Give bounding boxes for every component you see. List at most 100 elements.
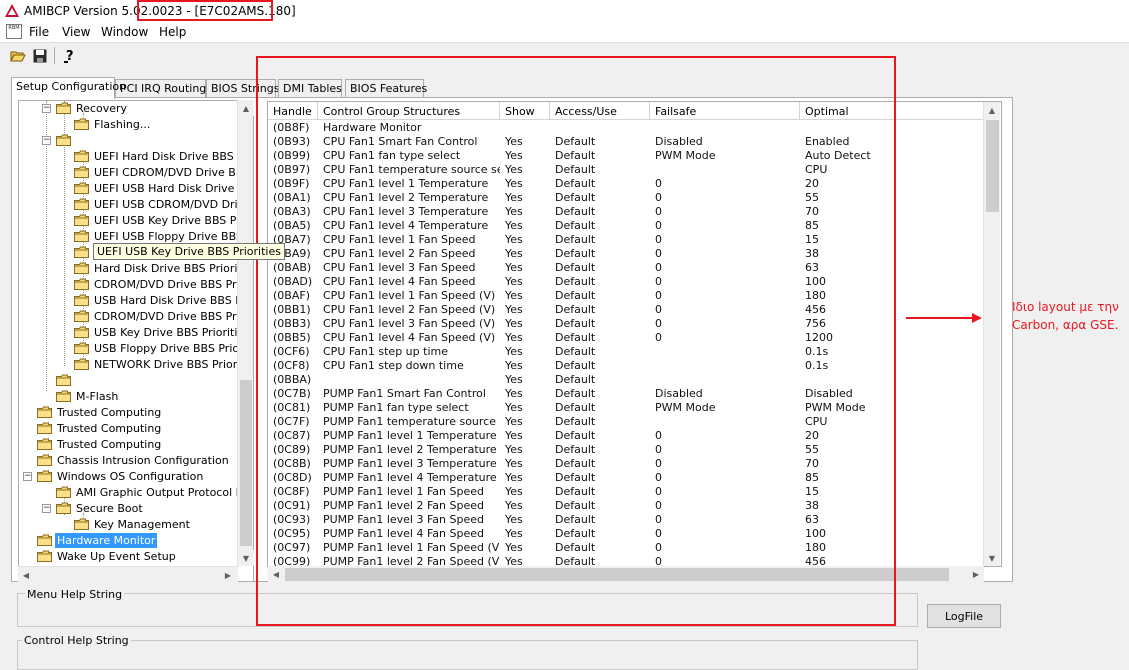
tree-item[interactable]: UEFI USB CDROM/DVD Driv: [74, 197, 246, 213]
tree-scroll-thumb[interactable]: [240, 380, 252, 546]
menu-view[interactable]: View: [62, 25, 90, 39]
tree-item[interactable]: CDROM/DVD Drive BBS Pric: [74, 309, 248, 325]
tree-item-label: Windows OS Configuration: [57, 470, 204, 483]
folder-icon: [74, 310, 89, 322]
annotation-line-1: Ιδιο layout με την: [1012, 300, 1119, 314]
folder-icon: [74, 262, 89, 274]
folder-icon: [37, 470, 52, 482]
grid-scroll-down-arrow[interactable]: ▼: [984, 550, 1000, 566]
tree-expander-icon[interactable]: −: [23, 472, 32, 481]
tree-item-label: UEFI USB Floppy Drive BBS: [94, 230, 243, 243]
folder-icon: [56, 102, 71, 114]
tree-item-label: USB Floppy Drive BBS Priorit: [94, 342, 252, 355]
grid-scroll-thumb[interactable]: [986, 120, 999, 212]
menu-file[interactable]: File: [29, 25, 49, 39]
tree-item-label: Trusted Computing: [57, 438, 162, 451]
tree-item[interactable]: Flashing...: [74, 117, 152, 133]
setup-tree[interactable]: Recovery Flashing... UEFI Hard Disk Drive …: [18, 100, 254, 582]
tree-item-label: Key Management: [94, 518, 190, 531]
grid-vertical-scrollbar[interactable]: ▲ ▼: [983, 102, 1000, 566]
tree-expander-icon[interactable]: −: [42, 504, 51, 513]
menu-help-label: Menu Help String: [25, 588, 125, 601]
annotation-arrow-icon: [906, 313, 982, 323]
tree-expander-icon[interactable]: −: [42, 104, 51, 113]
tree-item-label: UEFI USB CDROM/DVD Driv: [94, 198, 245, 211]
tree-item-label: CDROM/DVD Drive BBS Pric: [94, 310, 246, 323]
tree-item-label: NETWORK Drive BBS Prioriti: [94, 358, 248, 371]
folder-icon: [37, 454, 52, 466]
open-button[interactable]: [8, 46, 28, 65]
tree-guide-line: [64, 141, 65, 366]
tree-item[interactable]: Wake Up Event Setup: [37, 549, 178, 565]
folder-icon: [74, 150, 89, 162]
tree-vertical-scrollbar[interactable]: ▲ ▼: [237, 100, 254, 566]
folder-icon: [74, 198, 89, 210]
folder-icon: [74, 182, 89, 194]
save-icon: [33, 49, 47, 62]
grid-scroll-up-arrow[interactable]: ▲: [984, 102, 1000, 118]
tree-item[interactable]: Chassis Intrusion Configuration: [37, 453, 231, 469]
menu-help[interactable]: Help: [159, 25, 186, 39]
tree-expander-icon[interactable]: −: [42, 136, 51, 145]
tree-item[interactable]: Recovery: [56, 101, 129, 117]
tab-setup-configuration[interactable]: Setup Configuration: [11, 77, 126, 99]
tree-item[interactable]: Secure Boot: [56, 501, 145, 517]
tree-item[interactable]: UEFI CDROM/DVD Drive BB: [74, 165, 245, 181]
tree-item-label: UEFI Hard Disk Drive BBS Pr: [94, 150, 249, 163]
tree-item[interactable]: UEFI USB Hard Disk Drive B: [74, 181, 247, 197]
tree-item-label: Hardware Monitor: [55, 533, 158, 548]
tree-item[interactable]: UEFI USB Key Drive BBS Pri: [74, 213, 246, 229]
tree-scroll-right-arrow[interactable]: ▶: [220, 567, 236, 583]
tree-scroll-up-arrow[interactable]: ▲: [238, 100, 254, 116]
tree-item[interactable]: Hard Disk Drive BBS Priorities: [74, 261, 253, 277]
grid-scroll-right-arrow[interactable]: ▶: [968, 566, 984, 582]
tree-horizontal-scrollbar[interactable]: ◀ ▶: [18, 566, 238, 583]
tree-item[interactable]: Trusted Computing: [37, 421, 163, 437]
tree-item[interactable]: UEFI Hard Disk Drive BBS Pr: [74, 149, 250, 165]
folder-icon: [56, 390, 71, 402]
menu-window[interactable]: Window: [101, 25, 148, 39]
control-help-group: [17, 640, 918, 670]
tree-item[interactable]: USB Hard Disk Drive BBS Pri: [74, 293, 251, 309]
title-highlight-box: [137, 0, 273, 21]
tree-item-label: USB Hard Disk Drive BBS Pri: [94, 294, 250, 307]
folder-icon: [56, 502, 71, 514]
folder-icon: [74, 294, 89, 306]
tree-item[interactable]: [56, 373, 78, 389]
tree-scroll-left-arrow[interactable]: ◀: [18, 567, 34, 583]
tree-item-label: CDROM/DVD Drive BBS Pric: [94, 278, 246, 291]
tree-item[interactable]: NETWORK Drive BBS Prioriti: [74, 357, 250, 373]
tree-item-label: Trusted Computing: [57, 406, 162, 419]
tree-item-label: Recovery: [76, 102, 128, 115]
save-button[interactable]: [30, 46, 50, 65]
tree-item-label: AMI Graphic Output Protocol Polic: [76, 486, 254, 499]
tree-item[interactable]: USB Key Drive BBS Priorities: [74, 325, 252, 341]
menu-bar: RBM File View Window Help: [0, 22, 1129, 42]
tree-item[interactable]: Trusted Computing: [37, 405, 163, 421]
folder-icon: [74, 214, 89, 226]
tree-item[interactable]: Windows OS Configuration: [37, 469, 205, 485]
tree-scroll-down-arrow[interactable]: ▼: [238, 550, 254, 566]
folder-icon: [56, 134, 71, 146]
tree-item[interactable]: M-Flash: [56, 389, 120, 405]
folder-icon: [37, 422, 52, 434]
folder-icon: [74, 518, 89, 530]
toolbar-separator: [54, 47, 55, 64]
annotation-line-2: Carbon, αρα GSE.: [1012, 318, 1119, 332]
mdi-app-icon[interactable]: RBM: [6, 24, 22, 39]
tree-item[interactable]: CDROM/DVD Drive BBS Pric: [74, 277, 248, 293]
tree-item[interactable]: AMI Graphic Output Protocol Polic: [56, 485, 254, 501]
help-button[interactable]: ?: [60, 46, 80, 65]
tree-item[interactable]: Hardware Monitor: [37, 533, 158, 549]
help-icon: ?: [64, 49, 74, 64]
tree-item[interactable]: USB Floppy Drive BBS Priorit: [74, 341, 253, 357]
tree-item-tooltip: UEFI USB Key Drive BBS Priorities: [93, 243, 285, 260]
tree-item[interactable]: Key Management: [74, 517, 192, 533]
tree-item-label: UEFI CDROM/DVD Drive BB: [94, 166, 244, 179]
folder-icon: [37, 550, 52, 562]
tree-item[interactable]: Trusted Computing: [37, 437, 163, 453]
tree-item[interactable]: [56, 133, 78, 149]
logfile-button[interactable]: LogFile: [927, 604, 1001, 628]
tree-item-label: Flashing...: [94, 118, 151, 131]
tab-pci-irq-routing[interactable]: PCI IRQ Routing: [115, 79, 206, 98]
